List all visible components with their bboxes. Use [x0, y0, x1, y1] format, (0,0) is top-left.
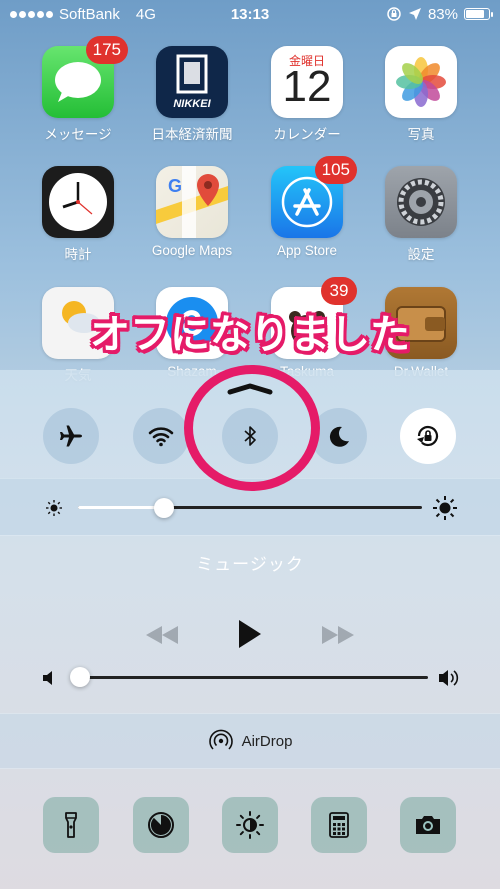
app-store-icon: 105	[271, 156, 357, 238]
app-label: 時計	[64, 247, 92, 262]
brightness-thumb[interactable]	[154, 498, 174, 518]
nikkei-logo-text: NIKKEI	[173, 98, 211, 110]
app-label: カレンダー	[273, 127, 341, 142]
app-google-maps[interactable]: G Google Maps	[137, 166, 247, 258]
app-settings[interactable]: 設定	[366, 166, 476, 263]
night-shift-icon	[236, 811, 264, 839]
rotation-lock-icon	[417, 425, 439, 447]
clock-icon	[42, 166, 114, 238]
flashlight-icon	[65, 812, 77, 838]
app-label: 写真	[407, 127, 435, 142]
messages-icon: 175	[42, 36, 128, 118]
wifi-toggle[interactable]	[133, 408, 189, 464]
app-messages[interactable]: 175 メッセージ	[23, 36, 133, 143]
camera-icon	[416, 816, 440, 834]
volume-row	[0, 666, 500, 690]
rewind-icon[interactable]	[144, 624, 180, 646]
rotation-lock-toggle[interactable]	[400, 408, 456, 464]
app-label: App Store	[276, 243, 338, 258]
play-icon[interactable]	[236, 618, 264, 650]
app-label: Google Maps	[151, 243, 233, 258]
brightness-low-icon	[46, 500, 62, 516]
app-label: 日本経済新聞	[151, 127, 233, 142]
bluetooth-icon	[244, 426, 256, 446]
volume-thumb[interactable]	[70, 667, 90, 687]
svg-text:G: G	[168, 176, 182, 196]
camera-button[interactable]	[400, 797, 456, 853]
airdrop-label: AirDrop	[241, 732, 293, 750]
brightness-row	[0, 478, 500, 536]
fast-forward-icon[interactable]	[320, 624, 356, 646]
calculator-button[interactable]	[311, 797, 367, 853]
google-maps-icon: G	[156, 166, 228, 238]
night-shift-button[interactable]	[222, 797, 278, 853]
settings-icon	[385, 166, 457, 238]
messages-badge: 175	[85, 36, 128, 64]
bluetooth-toggle[interactable]	[222, 408, 278, 464]
airplane-icon	[60, 425, 82, 447]
flashlight-button[interactable]	[43, 797, 99, 853]
media-controls	[0, 618, 500, 650]
app-clock[interactable]: 時計	[23, 166, 133, 263]
app-nikkei[interactable]: NIKKEI 日本経済新聞	[137, 46, 247, 143]
airdrop-icon	[208, 729, 233, 750]
app-store-badge: 105	[314, 156, 357, 184]
app-label: メッセージ	[44, 127, 112, 142]
calendar-date: 12	[282, 62, 332, 111]
brightness-fill	[78, 506, 164, 509]
music-title: ミュージック	[196, 555, 304, 574]
toggle-row	[0, 408, 500, 464]
moon-icon	[329, 426, 349, 447]
do-not-disturb-toggle[interactable]	[311, 408, 367, 464]
volume-high-icon	[439, 670, 459, 686]
calendar-icon: 金曜日 12	[271, 46, 343, 118]
taskuma-badge: 39	[321, 277, 357, 305]
nikkei-icon: NIKKEI	[156, 46, 228, 118]
control-center: ミュージック AirDrop	[0, 370, 500, 889]
grabber-handle[interactable]	[226, 382, 274, 396]
photos-icon	[385, 46, 457, 118]
shortcut-row	[0, 797, 500, 853]
app-photos[interactable]: 写真	[366, 46, 476, 143]
caption-overlay: オフになりました	[90, 312, 410, 358]
volume-low-icon	[43, 671, 52, 685]
airplane-mode-toggle[interactable]	[43, 408, 99, 464]
calculator-icon	[329, 812, 349, 838]
app-app-store[interactable]: 105 App Store	[252, 156, 362, 258]
app-calendar[interactable]: 金曜日 12 カレンダー	[252, 46, 362, 143]
brightness-high-icon	[433, 496, 457, 520]
timer-icon	[148, 812, 174, 838]
airdrop-button[interactable]: AirDrop	[0, 713, 500, 769]
wifi-icon	[148, 427, 174, 447]
volume-track	[80, 676, 428, 679]
app-label: 設定	[407, 247, 435, 262]
timer-button[interactable]	[133, 797, 189, 853]
